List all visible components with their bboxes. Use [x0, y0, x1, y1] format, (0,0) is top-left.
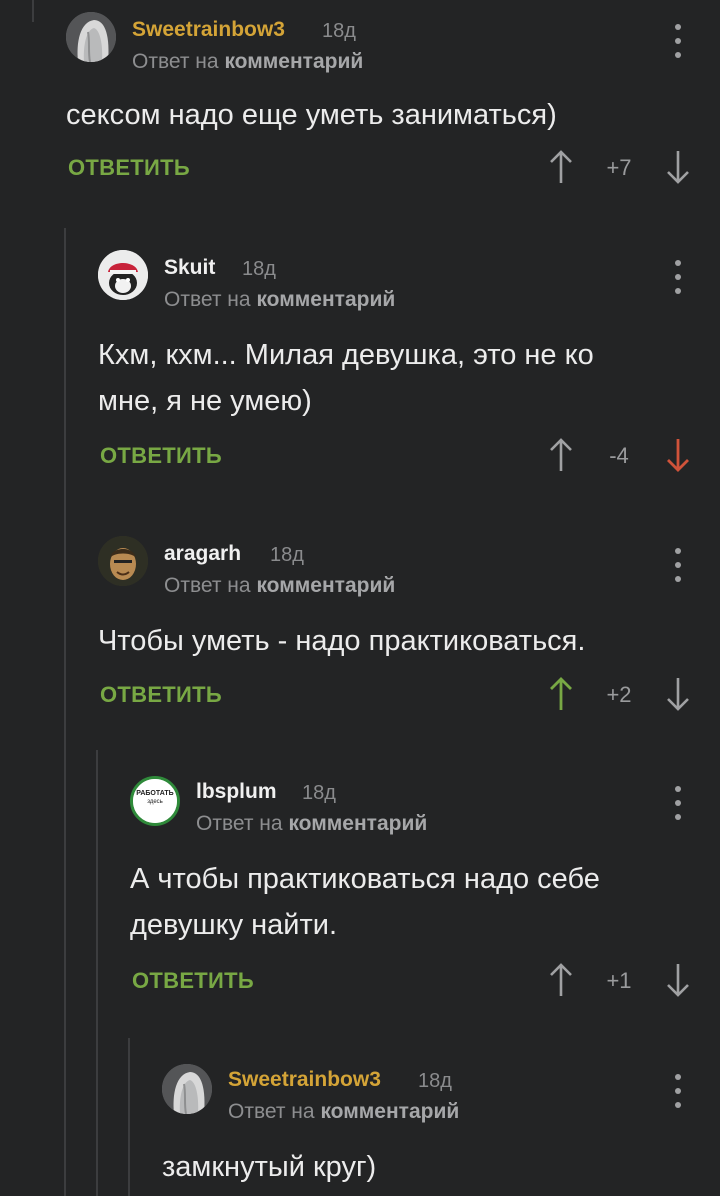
cartoon-avatar-icon	[98, 250, 148, 300]
reply-to: Ответ на комментарий	[164, 574, 395, 598]
grey-hair-avatar-icon	[162, 1064, 212, 1114]
timestamp: 18д	[242, 258, 276, 280]
downvote-arrow-icon[interactable]	[664, 676, 692, 712]
downvote-arrow-icon[interactable]	[664, 437, 692, 473]
comment-text: Кхм, кхм... Милая девушка, это не ко мне…	[98, 332, 594, 424]
comment-line: сексом надо еще уметь заниматься)	[66, 99, 557, 131]
vote-score: +7	[606, 155, 632, 180]
comment-line: Кхм, кхм... Милая девушка, это не ко	[98, 339, 594, 371]
reply-prefix: Ответ на	[228, 1100, 315, 1123]
comment: РАБОТАТЬ здесь lbsplum 18д Ответ на комм…	[130, 774, 720, 1014]
thread-line	[128, 1038, 130, 1196]
reply-target-link[interactable]: комментарий	[320, 1100, 459, 1123]
upvote-arrow-icon[interactable]	[547, 676, 575, 712]
comment: Sweetrainbow3 18д Ответ на комментарий з…	[162, 1062, 720, 1196]
vote-score: +2	[606, 682, 632, 707]
avatar[interactable]	[98, 250, 148, 300]
grey-hair-avatar-icon	[66, 12, 116, 62]
reply-to: Ответ на комментарий	[196, 812, 427, 836]
thread-line	[96, 750, 98, 1196]
reply-prefix: Ответ на	[164, 574, 251, 597]
downvote-arrow-icon[interactable]	[664, 149, 692, 185]
reply-to: Ответ на комментарий	[228, 1100, 459, 1124]
username[interactable]: Skuit	[164, 256, 215, 280]
reply-target-link[interactable]: комментарий	[256, 574, 395, 597]
avatar[interactable]	[66, 12, 116, 62]
reply-to: Ответ на комментарий	[164, 288, 395, 312]
username[interactable]: Sweetrainbow3	[132, 18, 285, 42]
comment-line: Чтобы уметь - надо практиковаться.	[98, 625, 586, 657]
upvote-arrow-icon[interactable]	[547, 437, 575, 473]
reply-button[interactable]: ОТВЕТИТЬ	[132, 968, 254, 994]
username[interactable]: Sweetrainbow3	[228, 1068, 381, 1092]
comment: aragarh 18д Ответ на комментарий Чтобы у…	[98, 536, 720, 726]
reply-prefix: Ответ на	[132, 50, 219, 73]
comment: Skuit 18д Ответ на комментарий Кхм, кхм.…	[98, 250, 720, 490]
avatar[interactable]	[98, 536, 148, 586]
thread-line	[64, 228, 66, 1196]
comment-text: А чтобы практиковаться надо себе девушку…	[130, 856, 600, 948]
avatar[interactable]: РАБОТАТЬ здесь	[130, 776, 180, 826]
comment-line: замкнутый круг)	[162, 1151, 377, 1183]
reply-target-link[interactable]: комментарий	[288, 812, 427, 835]
vote-score: -4	[609, 443, 629, 468]
timestamp: 18д	[322, 20, 356, 42]
upvote-arrow-icon[interactable]	[547, 962, 575, 998]
avatar[interactable]	[162, 1064, 212, 1114]
username[interactable]: lbsplum	[196, 780, 277, 804]
vote-score: +1	[606, 968, 632, 993]
thread-line	[32, 0, 34, 22]
username[interactable]: aragarh	[164, 542, 241, 566]
comment-text: замкнутый круг)	[162, 1144, 376, 1190]
reply-target-link[interactable]: комментарий	[224, 50, 363, 73]
reply-target-link[interactable]: комментарий	[256, 288, 395, 311]
reply-prefix: Ответ на	[196, 812, 283, 835]
downvote-arrow-icon[interactable]	[664, 962, 692, 998]
reply-to: Ответ на комментарий	[132, 50, 363, 74]
more-menu-icon[interactable]	[674, 786, 682, 820]
face-avatar-icon	[98, 536, 148, 586]
more-menu-icon[interactable]	[674, 548, 682, 582]
more-menu-icon[interactable]	[674, 24, 682, 58]
timestamp: 18д	[418, 1070, 452, 1092]
more-menu-icon[interactable]	[674, 260, 682, 294]
comment-thread: Sweetrainbow3 18д Ответ на комментарий с…	[0, 0, 720, 1196]
comment-line: мне, я не умею)	[98, 385, 312, 417]
timestamp: 18д	[302, 782, 336, 804]
more-menu-icon[interactable]	[674, 1074, 682, 1108]
upvote-arrow-icon[interactable]	[547, 149, 575, 185]
avatar-badge-text: РАБОТАТЬ здесь	[136, 790, 174, 805]
comment-line: А чтобы практиковаться надо себе	[130, 863, 600, 895]
comment-text: сексом надо еще уметь заниматься)	[66, 92, 557, 138]
comment: Sweetrainbow3 18д Ответ на комментарий с…	[66, 12, 720, 202]
comment-text: Чтобы уметь - надо практиковаться.	[98, 618, 585, 664]
reply-prefix: Ответ на	[164, 288, 251, 311]
reply-button[interactable]: ОТВЕТИТЬ	[100, 443, 222, 469]
comment-line: девушку найти.	[130, 909, 338, 941]
reply-button[interactable]: ОТВЕТИТЬ	[68, 155, 190, 181]
timestamp: 18д	[270, 544, 304, 566]
reply-button[interactable]: ОТВЕТИТЬ	[100, 682, 222, 708]
